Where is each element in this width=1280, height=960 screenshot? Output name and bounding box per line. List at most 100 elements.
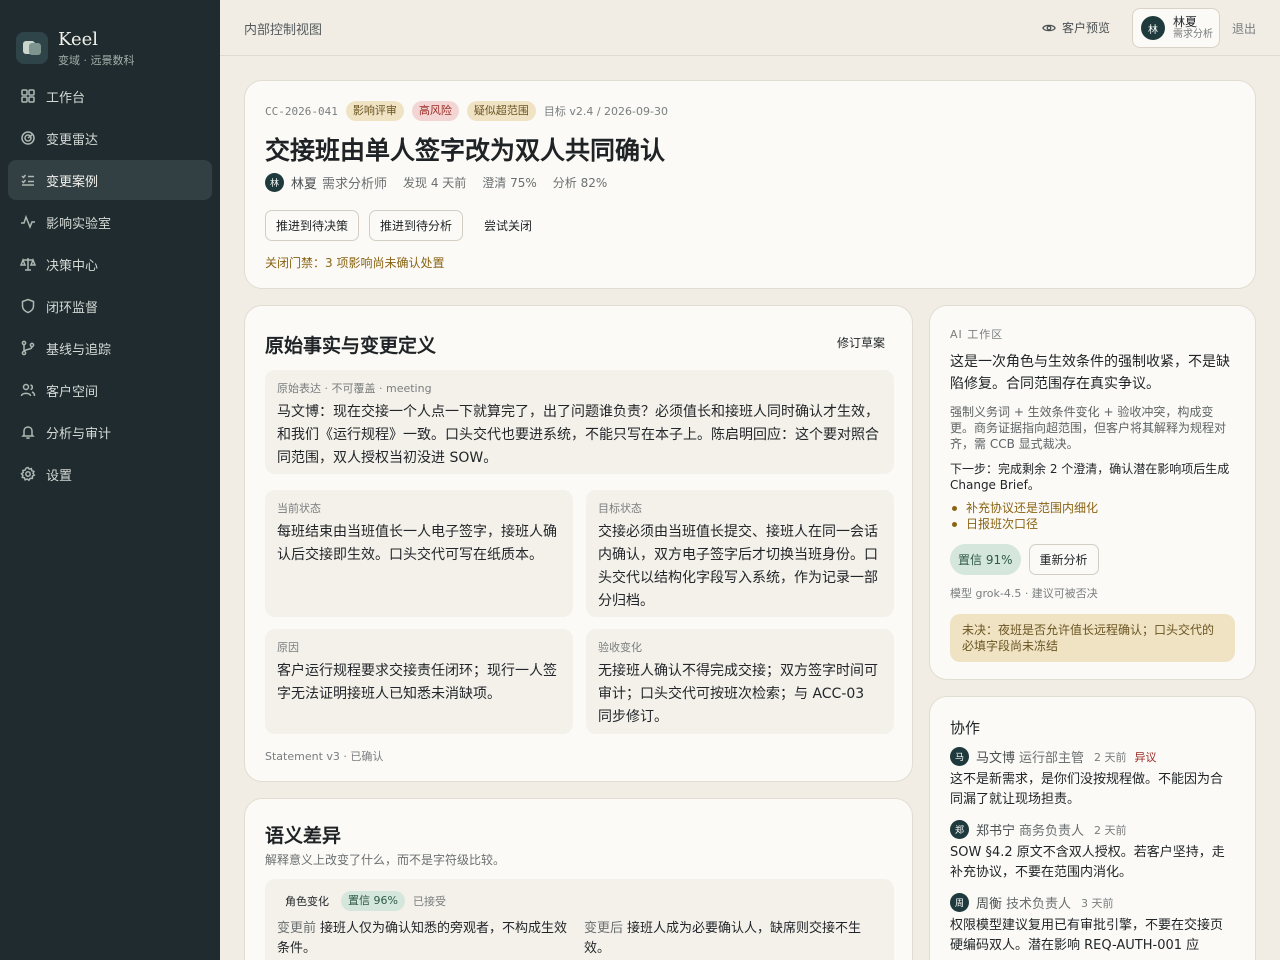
diff-kind: 角色变化 — [285, 895, 329, 908]
list-item[interactable]: 补充协议还是范围内细化 — [950, 500, 1235, 516]
try-close-button[interactable]: 尝试关闭 — [473, 210, 543, 241]
bell-icon — [20, 424, 36, 440]
brand-subtitle: 变域 · 远景数科 — [58, 53, 135, 67]
sidebar-item-radar[interactable]: 变更雷达 — [8, 118, 212, 158]
sidebar-item-label: 闭环监督 — [46, 300, 99, 316]
avatar: 林 — [265, 173, 284, 192]
sidebar-item-audit[interactable]: 分析与审计 — [8, 412, 212, 452]
case-title: 交接班由单人签字改为双人共同确认 — [265, 136, 666, 165]
comment-text: SOW §4.2 原文不含双人授权。若客户坚持，走补充协议，不要在范围内消化。 — [950, 845, 1225, 880]
comment-flag: 异议 — [1134, 750, 1157, 764]
ai-next-step: 下一步：完成剩余 2 个澄清，确认潜在影响项后生成 Change Brief。 — [950, 462, 1230, 492]
target-state-box: 目标状态 交接必须由当班值长提交、接班人在同一会话内确认，双方电子签字后才切换当… — [586, 490, 894, 617]
brand-name: Keel — [58, 28, 99, 50]
owner-name: 林夏 — [291, 177, 318, 192]
acceptance-change-text: 无接班人确认不得完成交接；双方签字时间可审计；口头交代可按班次检索；与 ACC-… — [598, 663, 878, 725]
sidebar-item-label: 影响实验室 — [46, 216, 112, 232]
brand[interactable]: Keel 变域 · 远景数科 — [0, 0, 220, 76]
comment-author: 郑书宁 — [976, 824, 1016, 839]
reason-box: 原因 客户运行规程要求交接责任闭环；现行一人签字无法证明接班人已知悉未消缺项。 — [265, 629, 573, 734]
user-role: 需求分析 — [1173, 29, 1213, 40]
case-id: CC-2026-041 — [265, 104, 338, 118]
target-state-label: 目标状态 — [598, 502, 642, 515]
diff-item-head: 角色变化 置信 96% 已接受 — [285, 891, 446, 911]
diff-subtitle: 解释意义上改变了什么，而不是字符级比较。 — [265, 853, 506, 867]
diff-status: 已接受 — [412, 895, 446, 908]
original-statement-label: 原始表达 · 不可覆盖 · meeting — [277, 382, 432, 395]
facts-card: 原始事实与变更定义 修订草案 原始表达 · 不可覆盖 · meeting 马文博… — [244, 305, 913, 782]
ai-actions: 置信 91% 重新分析 — [950, 544, 1235, 575]
tag-impact-review: 影响评审 — [345, 101, 404, 121]
current-state-label: 当前状态 — [277, 502, 321, 515]
comment-time: 2 天前 — [1094, 750, 1127, 764]
comment-time: 3 天前 — [1081, 896, 1114, 910]
diff-item: 角色变化 置信 96% 已接受 变更前 接班人仅为确认知悉的旁观者，不构成生效条件… — [265, 879, 894, 960]
target-state-text: 交接必须由当班值长提交、接班人在同一会话内确认，双方电子签字后才切换当班身份。口… — [598, 524, 878, 609]
sidebar-item-baseline[interactable]: 基线与追踪 — [8, 328, 212, 368]
diff-after-text: 接班人成为必要确认人，缺席则交接不生效。 — [584, 921, 862, 956]
case-owner-row: 林 林夏 需求分析师 发现 4 天前 澄清 75% 分析 82% — [265, 173, 623, 192]
reason-label: 原因 — [277, 641, 299, 654]
comment-role: 技术负责人 — [1006, 897, 1072, 912]
sidebar-item-customer-space[interactable]: 客户空间 — [8, 370, 212, 410]
topbar: 内部控制视图 客户预览 林 林夏 需求分析 退出 — [220, 0, 1280, 56]
avatar: 林 — [1141, 16, 1165, 40]
original-statement-box: 原始表达 · 不可覆盖 · meeting 马文博：现在交接一个人点一下就算完了… — [265, 370, 894, 474]
users-icon — [20, 382, 36, 398]
avatar: 周 — [950, 893, 969, 912]
list-item[interactable]: 日报班次口径 — [950, 516, 1235, 532]
ai-open-items: 补充协议还是范围内细化 日报班次口径 — [950, 500, 1235, 532]
advance-to-decision-button[interactable]: 推进到待决策 — [265, 210, 360, 241]
ai-rationale: 强制义务词 + 生效条件变化 + 验收冲突，构成变更。商务证据指向超范围，但客户… — [950, 405, 1227, 451]
case-meta-row: CC-2026-041 影响评审 高风险 疑似超范围 目标 v2.4 / 202… — [265, 101, 668, 121]
sidebar-item-label: 客户空间 — [46, 384, 99, 400]
target-version: 目标 v2.4 / 2026-09-30 — [543, 105, 668, 118]
facts-title: 原始事实与变更定义 — [265, 335, 437, 357]
tag-high-risk: 高风险 — [411, 101, 459, 121]
scale-icon — [20, 256, 36, 272]
tag-out-of-scope: 疑似超范围 — [466, 101, 536, 121]
sidebar-item-decision[interactable]: 决策中心 — [8, 244, 212, 284]
sidebar: Keel 变域 · 远景数科 工作台 变更雷达 变更案例 影响实验室 决策中心 … — [0, 0, 220, 960]
sidebar-item-label: 分析与审计 — [46, 426, 112, 442]
view-title: 内部控制视图 — [244, 23, 323, 38]
sidebar-item-label: 设置 — [46, 468, 73, 484]
sidebar-item-label: 变更雷达 — [46, 132, 99, 148]
sidebar-item-label: 基线与追踪 — [46, 342, 112, 358]
advance-to-analysis-button[interactable]: 推进到待分析 — [369, 210, 464, 241]
sidebar-item-workbench[interactable]: 工作台 — [8, 76, 212, 116]
logout-link[interactable]: 退出 — [1232, 20, 1256, 37]
current-state-text: 每班结束由当班值长一人电子签字，接班人确认后交接即生效。口头交代可写在纸质本。 — [277, 524, 557, 563]
activity-icon — [20, 214, 36, 230]
original-statement-text: 马文博：现在交接一个人点一下就算完了，出了问题谁负责？必须值长和接班人同时确认才… — [277, 404, 879, 466]
comment-text: 权限模型建议复用已有审批引擎，不要在交接页硬编码双人。潜在影响 REQ-AUTH… — [950, 918, 1224, 953]
user-menu[interactable]: 林 林夏 需求分析 — [1132, 8, 1220, 48]
reanalyze-button[interactable]: 重新分析 — [1028, 544, 1099, 575]
comment-role: 商务负责人 — [1019, 824, 1085, 839]
radar-icon — [20, 130, 36, 146]
revise-draft-button[interactable]: 修订草案 — [837, 334, 885, 351]
sidebar-item-supervision[interactable]: 闭环监督 — [8, 286, 212, 326]
discovered-age: 发现 4 天前 — [403, 176, 467, 190]
sidebar-item-impact-lab[interactable]: 影响实验室 — [8, 202, 212, 242]
owner-role: 需求分析师 — [322, 177, 388, 192]
case-actions: 推进到待决策 推进到待分析 尝试关闭 — [265, 210, 553, 241]
comment-time: 2 天前 — [1094, 823, 1127, 837]
comment-role: 运行部主管 — [1019, 751, 1085, 766]
diff-title: 语义差异 — [265, 825, 342, 847]
eye-icon — [1042, 24, 1056, 31]
ai-workspace-label: AI 工作区 — [950, 328, 1004, 341]
sidebar-item-cases[interactable]: 变更案例 — [8, 160, 212, 200]
dashboard-icon — [20, 88, 36, 104]
diff-after-label: 变更后 — [584, 921, 624, 936]
comment-head: 马 马文博 运行部主管 2 天前 异议 — [950, 747, 1235, 766]
diff-before-label: 变更前 — [277, 921, 317, 936]
diff-before: 变更前 接班人仅为确认知悉的旁观者，不构成生效条件。 — [277, 919, 577, 959]
clarify-progress: 澄清 75% — [482, 176, 537, 190]
analysis-progress: 分析 82% — [552, 176, 608, 190]
sidebar-item-settings[interactable]: 设置 — [8, 454, 212, 494]
git-branch-icon — [20, 340, 36, 356]
gear-icon — [20, 466, 36, 482]
customer-preview-button[interactable]: 客户预览 — [1042, 19, 1110, 36]
diff-confidence-badge: 置信 96% — [341, 891, 405, 911]
